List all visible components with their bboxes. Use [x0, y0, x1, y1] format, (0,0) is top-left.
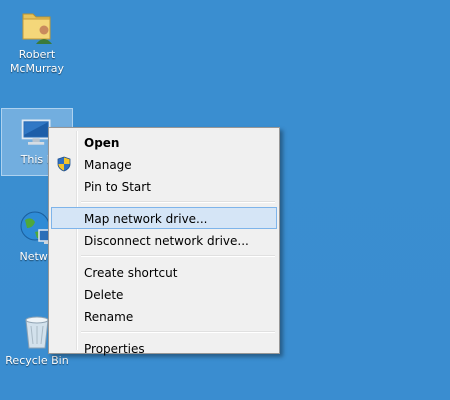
menu-item-label: Properties — [84, 342, 145, 356]
menu-separator — [81, 255, 275, 257]
menu-item-properties[interactable]: Properties — [51, 337, 277, 359]
menu-item-label: Pin to Start — [84, 180, 151, 194]
menu-item-pin-to-start[interactable]: Pin to Start — [51, 175, 277, 197]
menu-item-rename[interactable]: Rename — [51, 305, 277, 327]
menu-item-label: Disconnect network drive... — [84, 234, 249, 248]
context-menu: Open Manage Pin to Start Map network dri… — [48, 127, 280, 356]
uac-shield-icon — [57, 156, 71, 172]
menu-item-manage[interactable]: Manage — [51, 153, 277, 175]
menu-separator — [81, 331, 275, 333]
menu-item-disconnect-network-drive[interactable]: Disconnect network drive... — [51, 229, 277, 251]
menu-item-open[interactable]: Open — [51, 131, 277, 153]
menu-item-label: Create shortcut — [84, 266, 178, 280]
menu-separator — [81, 201, 275, 203]
menu-item-label: Open — [84, 136, 120, 150]
desktop-icon-label: Robert McMurray — [9, 48, 65, 75]
menu-item-label: Rename — [84, 310, 134, 324]
menu-item-label: Map network drive... — [84, 212, 208, 226]
user-folder-icon — [22, 13, 52, 44]
desktop-icon-user-folder[interactable]: Robert McMurray — [2, 6, 72, 92]
desktop[interactable]: Robert McMurray This P Netwo Recycle Bin… — [0, 0, 450, 400]
menu-item-label: Delete — [84, 288, 124, 302]
menu-item-map-network-drive[interactable]: Map network drive... — [51, 207, 277, 229]
menu-item-label: Manage — [84, 158, 132, 172]
menu-item-create-shortcut[interactable]: Create shortcut — [51, 261, 277, 283]
menu-item-delete[interactable]: Delete — [51, 283, 277, 305]
